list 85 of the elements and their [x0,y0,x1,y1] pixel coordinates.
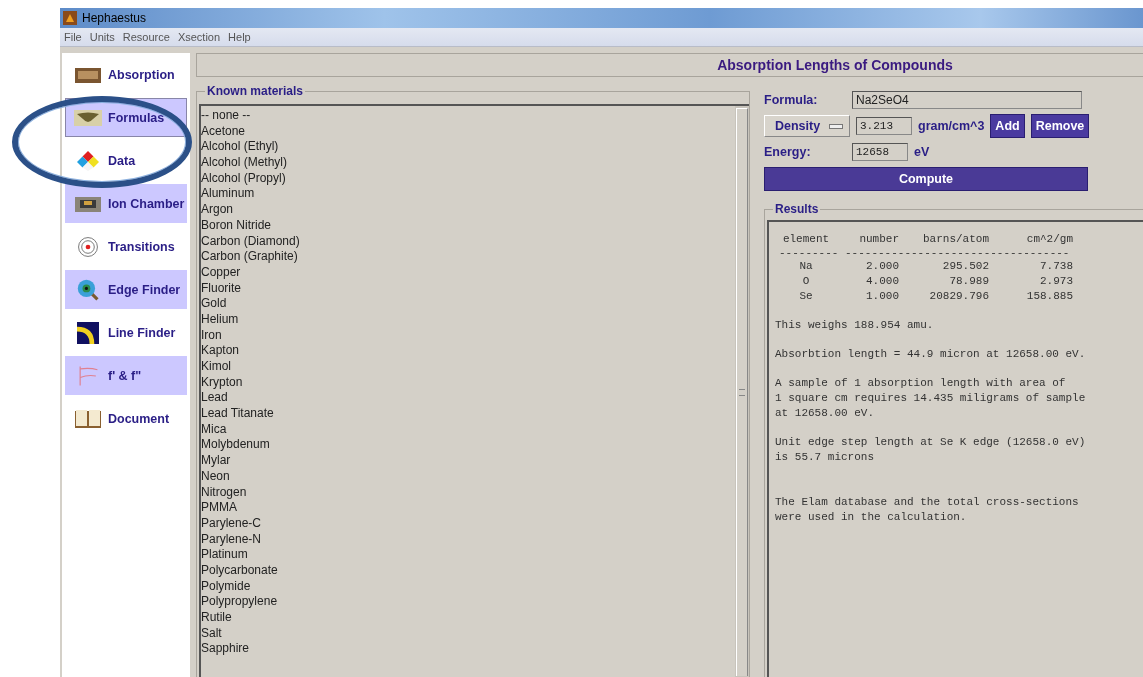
column-header: barns/atom [922,232,989,247]
list-item[interactable]: Polymide [201,578,735,595]
list-item[interactable]: Polypropylene [201,594,735,610]
compute-button[interactable]: Compute [764,167,1088,191]
result-text: Unit edge step length at Se K edge (12658.0 eV) is 55.7 microns [775,435,1087,465]
list-item[interactable]: Aluminum [201,186,735,203]
sidebar-item[interactable]: Edge Finder [65,270,187,309]
hazard-diamond-icon [74,149,102,172]
column-header: cm^2/gm [1025,232,1073,247]
list-item[interactable]: Mylar [201,453,735,469]
column-header: number [858,232,899,247]
menu-item[interactable]: Resource [122,31,170,43]
list-item[interactable]: Boron Nitride [201,217,735,234]
result-text: The Elam database and the total cross-sections were used in the calculation. [775,495,1080,525]
energy-field[interactable]: 12658 [852,143,908,161]
menu-item[interactable]: Units [89,31,115,43]
table-cell-text: 158.885 [1025,289,1073,304]
list-item[interactable]: Salt [201,625,735,642]
table-cell-text: 78.989 [948,274,989,289]
unit-label: gram/cm^3 [918,119,985,133]
list-item[interactable]: Gold [201,296,735,312]
list-item[interactable]: Carbon (Diamond) [201,233,735,250]
list-item[interactable]: -- none -- [201,108,735,124]
list-item[interactable]: Molybdenum [201,437,735,454]
table-cell-text: Se [798,289,814,304]
field-label: Energy: [764,145,812,159]
list-item[interactable]: Sapphire [201,641,735,658]
list-item[interactable]: Rutile [201,610,735,626]
density-field[interactable]: 3.213 [856,117,912,135]
list-item[interactable]: Iron [201,327,735,344]
list-item[interactable]: PMMA [201,500,735,516]
frame-title: Known materials [205,84,306,98]
frame-title: Results [773,202,821,216]
list-item[interactable]: Copper [201,264,735,281]
dashed-rule: --------- ---------------------------------- [779,247,1071,259]
column-header: element [781,232,831,247]
table-cell-text: O [801,274,811,289]
app-icon [63,11,77,25]
list-item[interactable]: Neon [201,468,735,485]
list-item[interactable]: Carbon (Graphite) [201,249,735,265]
list-item[interactable]: Krypton [201,374,735,391]
list-item[interactable]: Alcohol (Methyl) [201,155,735,171]
result-text: Absorbtion length = 44.9 micron at 12658.00 eV. [775,347,1087,362]
table-cell-text: 20829.796 [928,289,989,304]
table-cell-text: 2.973 [1039,274,1073,289]
table-cell-text: 295.502 [941,259,989,274]
sidebar-item[interactable]: Ion Chamber [65,184,187,223]
list-item[interactable]: Platinum [201,547,735,563]
scrollbar[interactable] [735,106,749,677]
field-label: Formula: [764,93,819,107]
list-item[interactable]: Polycarbonate [201,562,735,579]
table-cell-text: 2.000 [865,259,899,274]
list-item[interactable]: Kimol [201,359,735,375]
menu-item[interactable]: File [64,31,82,43]
list-item[interactable]: Parylene-N [201,531,735,548]
formula-field[interactable]: Na2SeO4 [852,91,1082,109]
list-item[interactable]: Fluorite [201,280,735,297]
add-button[interactable]: Add [990,114,1025,138]
list-item[interactable]: Mica [201,421,735,438]
result-text: This weighs 188.954 amu. [775,318,935,333]
list-item[interactable]: Argon [201,202,735,218]
list-item[interactable]: Parylene-C [201,515,735,532]
page-title: Absorption Lengths of Compounds [717,57,953,73]
remove-button[interactable]: Remove [1030,114,1090,138]
list-item[interactable]: Alcohol (Ethyl) [201,139,735,156]
book-icon [74,407,102,430]
arc-icon [74,321,102,344]
list-item[interactable]: Nitrogen [201,484,735,501]
window-title: Hephaestus [82,11,147,25]
unit-label: eV [914,145,930,159]
result-text: A sample of 1 absorption length with area of 1 square cm requires 14.435 miligrams of sample at 12658.00 eV. [775,376,1087,421]
table-cell-text: 1.000 [865,289,899,304]
list-item[interactable]: Helium [201,311,735,328]
menu-item[interactable]: Xsection [177,31,221,43]
table-cell-text: 7.738 [1039,259,1073,274]
list-item[interactable]: Kapton [201,343,735,359]
list-item[interactable]: Lead Titanate [201,406,735,422]
sidebar-item[interactable]: f' & f" [65,356,187,395]
density-dropdown[interactable]: Density [764,115,850,137]
table-cell-text: Na [798,259,814,274]
list-item[interactable]: Acetone [201,123,735,140]
menu-item[interactable]: Help [228,31,251,43]
list-item[interactable]: Alcohol (Propyl) [201,170,735,187]
table-cell-text: 4.000 [865,274,899,289]
list-item[interactable]: Lead [201,390,735,407]
